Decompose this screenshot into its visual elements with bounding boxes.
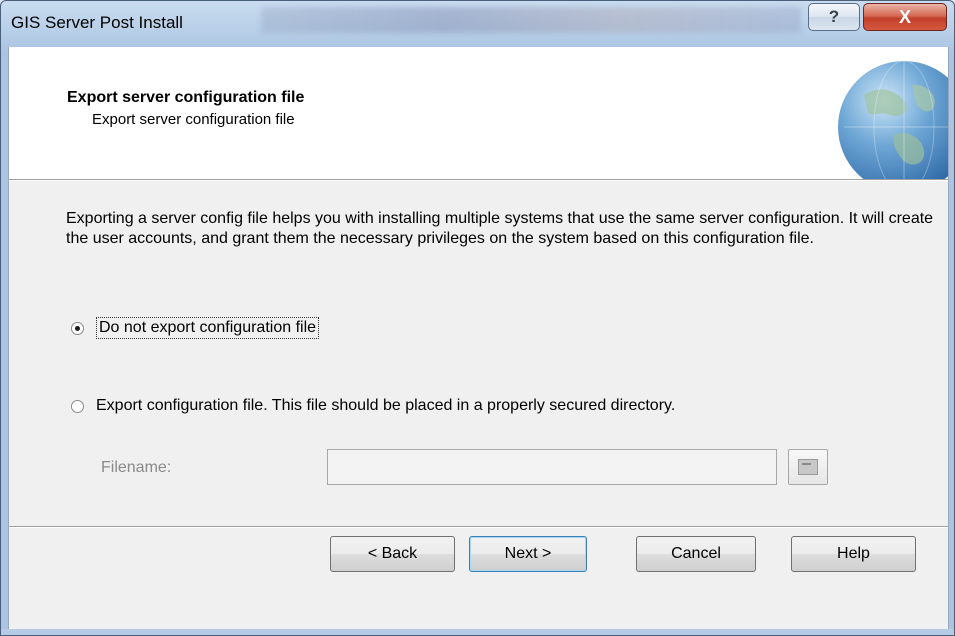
option-export[interactable]: Export configuration file. This file sho… bbox=[71, 397, 675, 415]
cancel-button-label: Cancel bbox=[671, 545, 721, 562]
description-text: Exporting a server config file helps you… bbox=[66, 210, 934, 247]
back-button[interactable]: < Back bbox=[330, 536, 455, 572]
close-icon: X bbox=[898, 7, 911, 27]
next-button-label: Next > bbox=[504, 545, 552, 562]
question-mark-icon: ? bbox=[828, 7, 840, 26]
dialog-window: GIS Server Post Install ? X Export serve… bbox=[0, 0, 955, 636]
title-close-button[interactable]: X bbox=[863, 3, 947, 31]
browse-button[interactable] bbox=[788, 449, 828, 485]
cancel-button[interactable]: Cancel bbox=[636, 536, 756, 572]
header-separator bbox=[9, 180, 948, 181]
filename-label: Filename: bbox=[101, 459, 172, 476]
title-help-button[interactable]: ? bbox=[808, 3, 860, 31]
filename-input[interactable] bbox=[327, 449, 777, 485]
option-do-not-export-label[interactable]: Do not export configuration file bbox=[96, 317, 320, 339]
background-blur bbox=[261, 7, 801, 33]
help-button[interactable]: Help bbox=[791, 536, 916, 572]
header-subtitle: Export server configuration file bbox=[92, 111, 295, 128]
window-bottom-frame bbox=[1, 629, 954, 635]
title-bar[interactable]: GIS Server Post Install ? X bbox=[1, 1, 954, 47]
dialog-client-area: Export server configuration file Export … bbox=[8, 47, 949, 629]
radio-do-not-export[interactable] bbox=[71, 321, 84, 335]
option-export-label[interactable]: Export configuration file. This file sho… bbox=[96, 397, 675, 415]
window-title: GIS Server Post Install bbox=[11, 13, 183, 32]
help-button-label: Help bbox=[837, 545, 870, 562]
next-button[interactable]: Next > bbox=[469, 536, 587, 572]
back-button-label: < Back bbox=[367, 545, 418, 562]
radio-export[interactable] bbox=[71, 399, 84, 413]
globe-icon bbox=[838, 60, 948, 179]
browse-folder-icon bbox=[798, 459, 818, 475]
wizard-header: Export server configuration file Export … bbox=[9, 47, 948, 180]
option-do-not-export[interactable]: Do not export configuration file bbox=[71, 317, 320, 339]
footer-separator-highlight bbox=[9, 527, 948, 528]
header-title: Export server configuration file bbox=[67, 89, 305, 106]
